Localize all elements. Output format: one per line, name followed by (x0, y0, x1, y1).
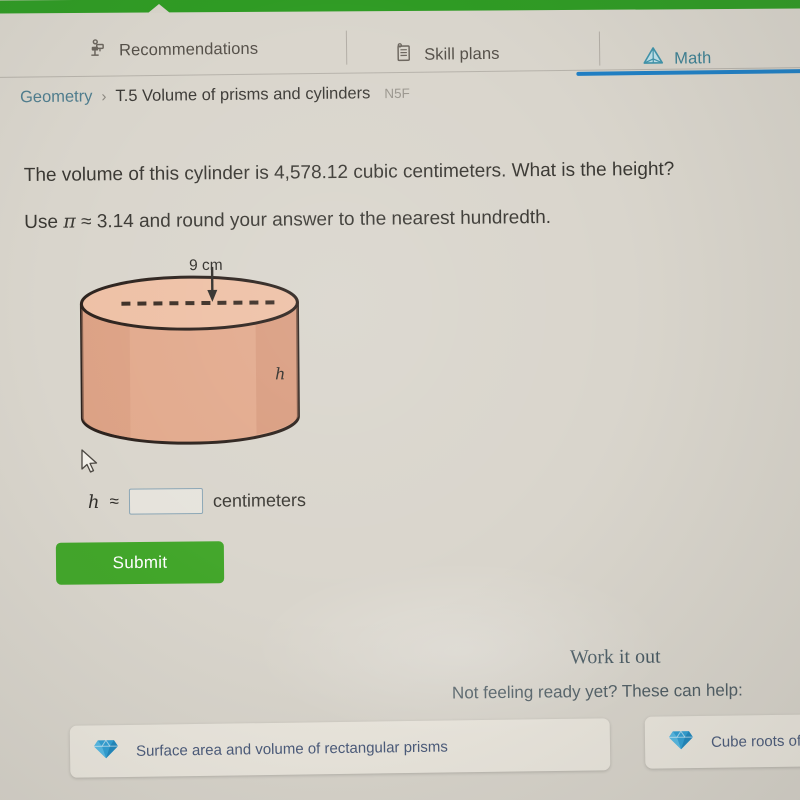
nav-tab-label: Recommendations (118, 39, 259, 60)
ixl-practice-screen: Recommendations Skill plans Math Geometr… (0, 0, 800, 800)
question-prompt: The volume of this cylinder is 4,578.12 … (24, 158, 800, 234)
question-line-2-prefix: Use (24, 211, 59, 234)
breadcrumb-subject[interactable]: Geometry (20, 87, 93, 107)
help-card[interactable]: Surface area and volume of rectangular p… (69, 718, 611, 778)
skill-plans-icon (393, 42, 415, 69)
cylinder-figure: 9 cm h (69, 254, 341, 486)
answer-variable-label: h (87, 491, 100, 513)
nav-tab-label: Skill plans (424, 44, 500, 64)
mouse-cursor (80, 448, 100, 481)
help-card[interactable]: Cube roots of pe (644, 713, 800, 769)
answer-input[interactable] (128, 487, 204, 515)
top-bar-notch (148, 4, 170, 13)
nav-separator-1 (345, 30, 348, 65)
breadcrumb-skill: T.5 Volume of prisms and cylinders (115, 84, 371, 106)
breadcrumb-skill-code: N5F (384, 85, 410, 102)
cylinder-illustration (79, 266, 300, 445)
main-nav: Recommendations Skill plans Math (0, 7, 800, 79)
nav-tab-label: Math (674, 49, 712, 68)
approx-symbol: ≈ (109, 491, 120, 511)
diameter-label: 9 cm (189, 256, 223, 275)
nav-tab-skill-plans[interactable]: Skill plans (393, 41, 500, 69)
recommendations-icon (88, 38, 110, 65)
height-label: h (274, 364, 286, 384)
pi-symbol: π (63, 210, 76, 233)
help-card-label: Cube roots of pe (710, 732, 800, 751)
nav-separator-2 (598, 31, 601, 66)
submit-button[interactable]: Submit (55, 541, 225, 585)
breadcrumb-chevron-icon: › (101, 88, 107, 106)
work-it-out-title: Work it out (569, 645, 661, 669)
gem-icon (667, 728, 695, 757)
answer-unit-label: centimeters (212, 489, 307, 511)
help-card-label: Surface area and volume of rectangular p… (135, 737, 448, 760)
answer-row: h ≈ centimeters (88, 487, 306, 515)
gem-icon (92, 737, 120, 766)
nav-tab-recommendations[interactable]: Recommendations (88, 36, 258, 65)
work-it-out-subtitle: Not feeling ready yet? These can help: (451, 680, 743, 703)
